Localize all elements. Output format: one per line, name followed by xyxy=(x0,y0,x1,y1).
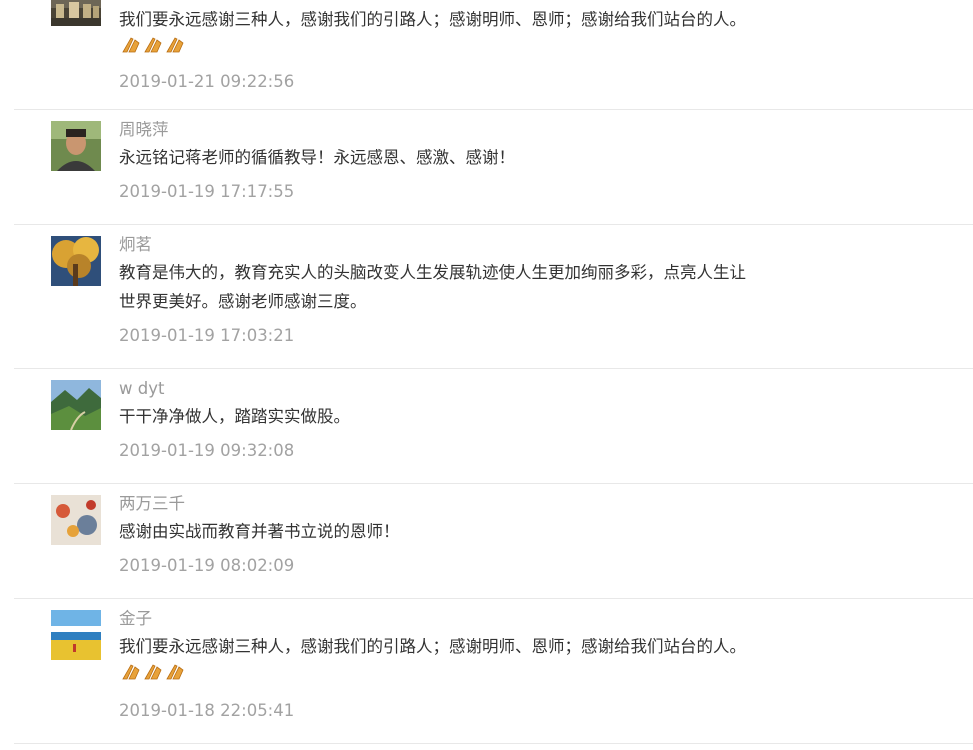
comment-body: 两万三千 感谢由实战而教育并著书立说的恩师！ 2019-01-19 08:02:… xyxy=(119,494,759,576)
comment-item: w dyt 干干净净做人，踏踏实实做股。 2019-01-19 09:32:08 xyxy=(14,369,973,484)
autumn-tree-avatar[interactable] xyxy=(51,236,101,286)
comment-body: 我们要永远感谢三种人，感谢我们的引路人；感谢明师、恩师；感谢给我们站台的人。 2… xyxy=(119,5,759,92)
cartoon-avatar[interactable] xyxy=(51,495,101,545)
comment-body: w dyt 干干净净做人，踏踏实实做股。 2019-01-19 09:32:08 xyxy=(119,379,759,461)
comment-text: 干干净净做人，踏踏实实做股。 xyxy=(119,407,350,426)
mountain-valley-avatar[interactable] xyxy=(51,380,101,430)
praying-hands-icon xyxy=(121,35,187,64)
comment-body: 金子 我们要永远感谢三种人，感谢我们的引路人；感谢明师、恩师；感谢给我们站台的人… xyxy=(119,609,759,721)
comment-time: 2019-01-21 09:22:56 xyxy=(119,72,295,91)
comment-author[interactable]: 周晓萍 xyxy=(119,120,759,140)
lake-field-avatar[interactable] xyxy=(51,610,101,660)
man-portrait-avatar[interactable] xyxy=(51,121,101,171)
comment-author[interactable]: 炯茗 xyxy=(119,235,759,255)
comment-item: 我们要永远感谢三种人，感谢我们的引路人；感谢明师、恩师；感谢给我们站台的人。 2… xyxy=(14,0,973,110)
comment-time: 2019-01-19 08:02:09 xyxy=(119,556,295,575)
comment-text: 永远铭记蒋老师的循循教导！永远感恩、感激、感谢！ xyxy=(119,148,515,167)
comment-author[interactable]: 两万三千 xyxy=(119,494,759,514)
comment-text: 我们要永远感谢三种人，感谢我们的引路人；感谢明师、恩师；感谢给我们站台的人。 xyxy=(119,632,759,691)
comment-body: 周晓萍 永远铭记蒋老师的循循教导！永远感恩、感激、感谢！ 2019-01-19 … xyxy=(119,120,759,202)
comment-time: 2019-01-18 22:05:41 xyxy=(119,701,295,720)
comment-item: 金子 我们要永远感谢三种人，感谢我们的引路人；感谢明师、恩师；感谢给我们站台的人… xyxy=(14,599,973,744)
comment-item: 周晓萍 永远铭记蒋老师的循循教导！永远感恩、感激、感谢！ 2019-01-19 … xyxy=(14,110,973,225)
comment-item: 炯茗 教育是伟大的，教育充实人的头脑改变人生发展轨迹使人生更加绚丽多彩，点亮人生… xyxy=(14,225,973,369)
comment-author[interactable]: w dyt xyxy=(119,379,759,399)
comment-time: 2019-01-19 17:03:21 xyxy=(119,326,295,345)
comment-time: 2019-01-19 17:17:55 xyxy=(119,182,295,201)
comment-time: 2019-01-19 09:32:08 xyxy=(119,441,295,460)
comment-body: 炯茗 教育是伟大的，教育充实人的头脑改变人生发展轨迹使人生更加绚丽多彩，点亮人生… xyxy=(119,235,759,346)
comment-list: 我们要永远感谢三种人，感谢我们的引路人；感谢明师、恩师；感谢给我们站台的人。 2… xyxy=(0,0,973,744)
comment-item: 两万三千 感谢由实战而教育并著书立说的恩师！ 2019-01-19 08:02:… xyxy=(14,484,973,599)
comment-author[interactable]: 金子 xyxy=(119,609,759,629)
castle-photo-avatar[interactable] xyxy=(51,0,101,26)
comment-text: 教育是伟大的，教育充实人的头脑改变人生发展轨迹使人生更加绚丽多彩，点亮人生让世界… xyxy=(119,263,746,311)
comment-text: 感谢由实战而教育并著书立说的恩师！ xyxy=(119,522,400,541)
comment-text: 我们要永远感谢三种人，感谢我们的引路人；感谢明师、恩师；感谢给我们站台的人。 xyxy=(119,5,759,64)
praying-hands-icon xyxy=(121,662,187,691)
